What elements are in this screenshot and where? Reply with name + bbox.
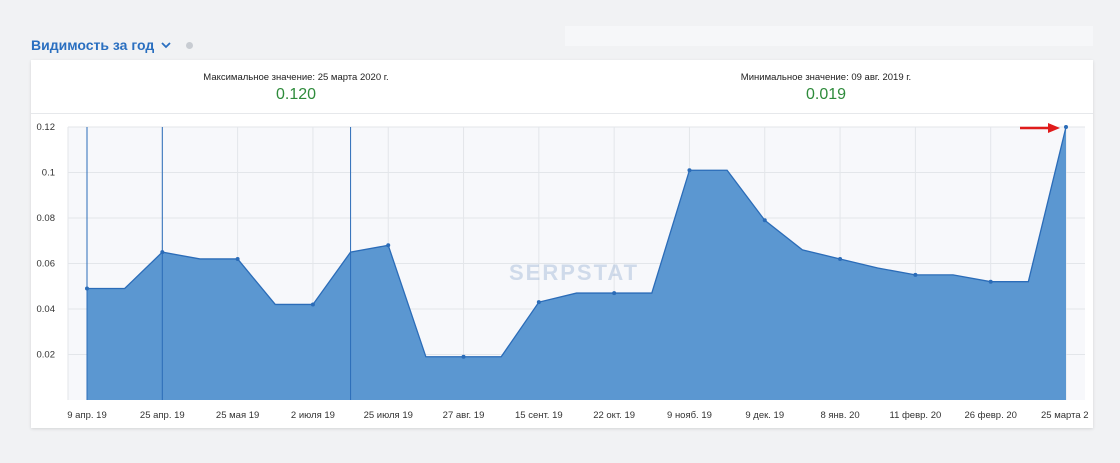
y-axis: 0.02 0.04 0.06 0.08 0.1 0.12 (37, 122, 56, 361)
data-point (235, 256, 240, 261)
x-tick-label: 27 авг. 19 (443, 410, 485, 421)
chart-header[interactable]: Видимость за год (31, 34, 194, 56)
x-tick-label: 9 апр. 19 (67, 410, 106, 421)
y-tick-label: 0.08 (37, 213, 56, 224)
data-point (310, 302, 315, 307)
x-tick-label: 25 марта 2 (1041, 410, 1089, 421)
x-tick-label: 22 окт. 19 (593, 410, 635, 421)
x-tick-label: 26 февр. 20 (964, 410, 1016, 421)
chart-card: Максимальное значение: 25 марта 2020 г. … (31, 60, 1093, 428)
x-tick-label: 25 мая 19 (216, 410, 259, 421)
data-point (160, 250, 165, 255)
x-tick-label: 25 июля 19 (364, 410, 413, 421)
x-tick-label: 8 янв. 20 (820, 410, 859, 421)
data-point (85, 286, 89, 291)
data-point (762, 218, 767, 223)
y-tick-label: 0.06 (37, 259, 56, 270)
x-tick-label: 9 дек. 19 (745, 410, 784, 421)
data-point (1064, 125, 1068, 129)
chevron-down-icon[interactable] (160, 39, 172, 51)
data-point (461, 354, 466, 359)
watermark: SERPSTAT (509, 260, 639, 285)
data-point (687, 168, 692, 173)
data-point (913, 272, 918, 277)
top-right-panel (565, 26, 1093, 46)
data-point (612, 291, 617, 296)
info-icon[interactable] (186, 41, 194, 49)
data-point (838, 256, 843, 261)
page-title[interactable]: Видимость за год (31, 37, 154, 53)
y-tick-label: 0.02 (37, 350, 56, 361)
x-tick-label: 9 нояб. 19 (667, 410, 712, 421)
visibility-chart: SERPSTAT 0.02 0.04 0.06 0.08 0.1 0.12 9 апр. … (37, 122, 1089, 421)
y-tick-label: 0.04 (37, 304, 56, 315)
x-tick-label: 2 июля 19 (291, 410, 335, 421)
data-point (536, 300, 541, 305)
x-tick-label: 11 февр. 20 (889, 410, 941, 421)
data-point (988, 279, 993, 284)
x-tick-label: 15 сент. 19 (515, 410, 563, 421)
x-tick-label: 25 апр. 19 (140, 410, 185, 421)
y-tick-label: 0.1 (42, 168, 55, 179)
y-tick-label: 0.12 (37, 122, 56, 133)
x-axis: 9 апр. 19 25 апр. 19 25 мая 19 2 июля 19 25 … (67, 410, 1088, 421)
data-point (386, 243, 391, 248)
